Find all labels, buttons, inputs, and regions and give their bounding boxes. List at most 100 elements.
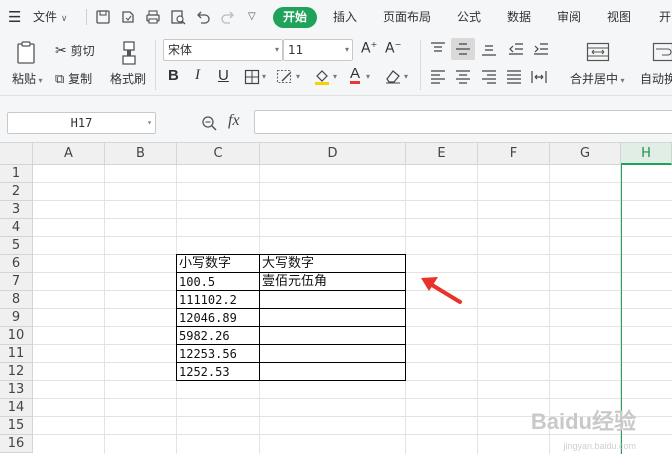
file-menu[interactable]: 文件 ∨ xyxy=(33,0,67,34)
column-header-f[interactable]: F xyxy=(478,143,550,165)
row-header-6[interactable]: 6 xyxy=(0,255,33,273)
cell-d11[interactable] xyxy=(260,345,405,363)
justify-icon[interactable] xyxy=(506,70,522,84)
copy-button[interactable]: ⧉ 复制 xyxy=(55,70,92,87)
cell-d9[interactable] xyxy=(260,309,405,327)
row-header-1[interactable]: 1 xyxy=(0,165,33,183)
row-header-16[interactable]: 16 xyxy=(0,435,33,453)
row-header-7[interactable]: 7 xyxy=(0,273,33,291)
row-header-4[interactable]: 4 xyxy=(0,219,33,237)
font-size-select[interactable]: 11 ▾ xyxy=(283,39,353,61)
decrease-font-icon[interactable]: A− xyxy=(385,40,401,57)
align-middle-button[interactable] xyxy=(451,38,475,60)
row-header-9[interactable]: 9 xyxy=(0,309,33,327)
gridline xyxy=(33,398,672,399)
undo-icon[interactable] xyxy=(195,9,211,25)
row-header-8[interactable]: 8 xyxy=(0,291,33,309)
cell-d6[interactable]: 大写数字 xyxy=(260,255,405,273)
wrap-text-label[interactable]: 自动换 xyxy=(640,70,672,87)
ribbon: 粘贴 ▾ ✂ 剪切 ⧉ 复制 格式刷 宋体 ▾ 11 ▾ A+ A− B I U ▾… xyxy=(0,34,672,96)
cell-d12[interactable] xyxy=(260,363,405,381)
font-name-value: 宋体 xyxy=(168,43,193,57)
cell-c8[interactable]: 111102.2 xyxy=(177,291,259,309)
paste-button[interactable]: 粘贴 ▾ xyxy=(12,70,43,87)
align-left-icon[interactable] xyxy=(430,70,446,84)
bold-icon[interactable]: B xyxy=(168,67,179,84)
eraser-icon[interactable] xyxy=(384,68,402,84)
wrap-text-icon[interactable] xyxy=(652,42,672,62)
cell-c6[interactable]: 小写数字 xyxy=(177,255,259,273)
column-header-a[interactable]: A xyxy=(33,143,105,165)
row-header-11[interactable]: 11 xyxy=(0,345,33,363)
zoom-icon[interactable] xyxy=(201,115,217,131)
cell-reference: H17 xyxy=(70,116,93,130)
increase-indent-icon[interactable] xyxy=(533,42,549,56)
tab-review[interactable]: 审阅 xyxy=(557,0,581,34)
border-icon[interactable] xyxy=(244,69,260,85)
row-header-5[interactable]: 5 xyxy=(0,237,33,255)
quick-access-more-icon[interactable]: ▽ xyxy=(248,0,256,34)
italic-icon[interactable]: I xyxy=(195,67,200,84)
cell-c10[interactable]: 5982.26 xyxy=(177,327,259,345)
tab-page-layout[interactable]: 页面布局 xyxy=(383,0,431,34)
align-center-icon[interactable] xyxy=(455,70,471,84)
cut-button[interactable]: ✂ 剪切 xyxy=(55,42,95,59)
cell-d7[interactable]: 壹佰元伍角 xyxy=(260,273,405,291)
row-header-10[interactable]: 10 xyxy=(0,327,33,345)
align-top-icon[interactable] xyxy=(430,42,446,56)
cell-style-icon[interactable] xyxy=(276,69,294,85)
column-header-h[interactable]: H xyxy=(621,143,672,165)
format-painter-label[interactable]: 格式刷 xyxy=(110,70,146,87)
cell-c11[interactable]: 12253.56 xyxy=(177,345,259,363)
format-painter-icon[interactable] xyxy=(118,40,140,66)
watermark-logo: Baidu经验 xyxy=(530,409,636,434)
tab-insert[interactable]: 插入 xyxy=(333,0,357,34)
column-header-b[interactable]: B xyxy=(105,143,177,165)
tab-data[interactable]: 数据 xyxy=(507,0,531,34)
export-pdf-icon[interactable] xyxy=(120,9,136,25)
cell-c9[interactable]: 12046.89 xyxy=(177,309,259,327)
distributed-align-icon[interactable] xyxy=(531,70,547,84)
tab-formulas[interactable]: 公式 xyxy=(457,0,481,34)
formula-input[interactable] xyxy=(254,110,672,134)
select-all-corner[interactable] xyxy=(0,143,33,165)
paste-icon[interactable] xyxy=(14,40,40,66)
cell-c12[interactable]: 1252.53 xyxy=(177,363,259,381)
row-header-3[interactable]: 3 xyxy=(0,201,33,219)
tab-home[interactable]: 开始 xyxy=(273,7,318,28)
paste-dropdown-icon: ▾ xyxy=(36,76,43,85)
cell-d10[interactable] xyxy=(260,327,405,345)
row-header-14[interactable]: 14 xyxy=(0,399,33,417)
insert-function-icon[interactable]: fx xyxy=(228,112,240,130)
column-header-g[interactable]: G xyxy=(550,143,621,165)
row-header-2[interactable]: 2 xyxy=(0,183,33,201)
merge-center-icon[interactable] xyxy=(586,42,610,62)
font-name-select[interactable]: 宋体 ▾ xyxy=(163,39,283,61)
name-box[interactable]: H17 ▾ xyxy=(7,112,156,134)
redo-icon[interactable] xyxy=(220,9,236,25)
merge-center-button[interactable]: 合并居中 ▾ xyxy=(570,70,625,87)
tab-view[interactable]: 视图 xyxy=(607,0,631,34)
column-header-d[interactable]: D xyxy=(260,143,406,165)
increase-font-icon[interactable]: A+ xyxy=(361,40,377,57)
align-right-icon[interactable] xyxy=(481,70,497,84)
decrease-indent-icon[interactable] xyxy=(508,42,524,56)
font-color-icon[interactable]: A xyxy=(350,66,361,84)
spreadsheet-grid: A B C D E F G H 1 2 3 4 5 6 7 8 9 10 11 … xyxy=(0,143,672,454)
underline-icon[interactable]: U xyxy=(218,67,229,84)
save-icon[interactable] xyxy=(95,9,111,25)
cell-c7[interactable]: 100.5 xyxy=(177,273,259,291)
row-header-12[interactable]: 12 xyxy=(0,363,33,381)
print-preview-icon[interactable] xyxy=(170,9,186,25)
column-header-e[interactable]: E xyxy=(406,143,478,165)
cell-d8[interactable] xyxy=(260,291,405,309)
fill-color-icon[interactable] xyxy=(313,67,331,85)
print-icon[interactable] xyxy=(145,9,161,25)
row-header-13[interactable]: 13 xyxy=(0,381,33,399)
hamburger-menu-icon[interactable]: ☰ xyxy=(8,0,21,34)
gridline xyxy=(33,200,672,201)
align-bottom-icon[interactable] xyxy=(481,42,497,56)
tab-developer[interactable]: 开 xyxy=(659,0,671,34)
row-header-15[interactable]: 15 xyxy=(0,417,33,435)
column-header-c[interactable]: C xyxy=(177,143,260,165)
